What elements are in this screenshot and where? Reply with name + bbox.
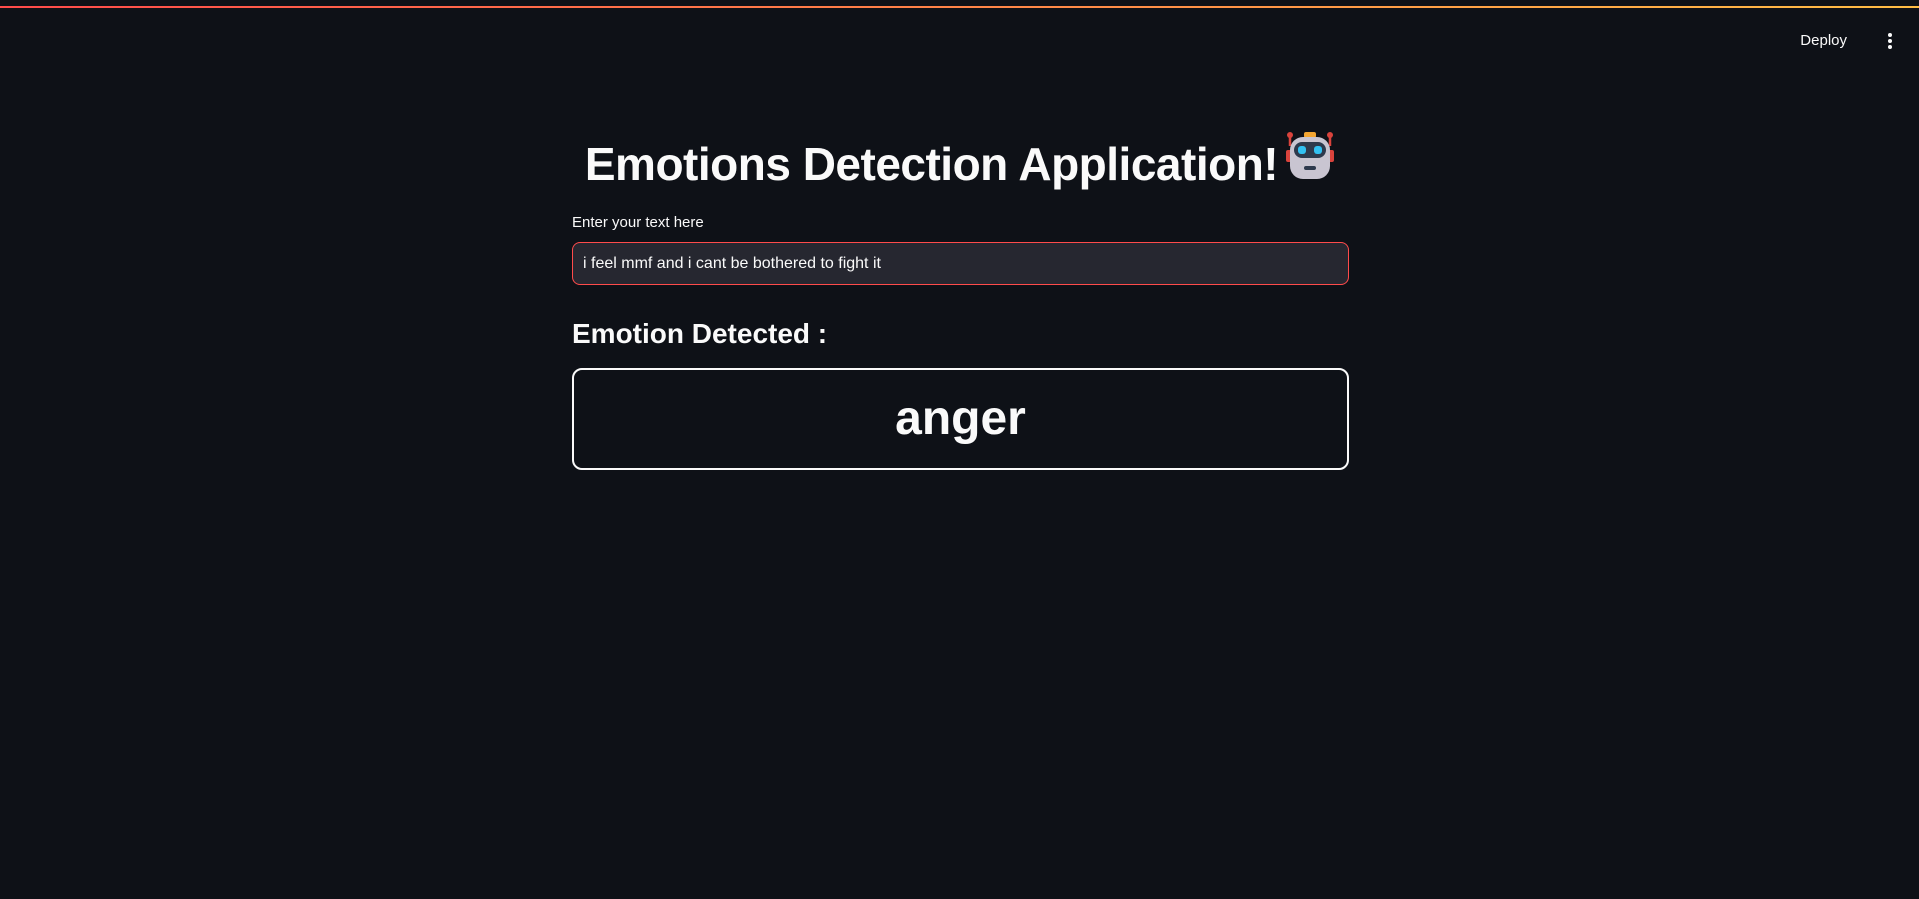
detected-emotion: anger	[895, 392, 1026, 445]
emotion-text-input[interactable]	[572, 242, 1349, 285]
page-title-text: Emotions Detection Application!	[584, 138, 1279, 190]
main-menu-button[interactable]	[1875, 24, 1905, 58]
app-header: Deploy	[0, 8, 1919, 60]
robot-icon	[1284, 130, 1336, 198]
page-title: Emotions Detection Application!	[572, 130, 1349, 198]
result-box: anger	[572, 368, 1349, 470]
deploy-button[interactable]: Deploy	[1790, 22, 1857, 60]
text-input-label: Enter your text here	[572, 214, 704, 231]
emotion-detected-heading: Emotion Detected :	[572, 318, 828, 349]
top-decoration	[0, 0, 1919, 8]
